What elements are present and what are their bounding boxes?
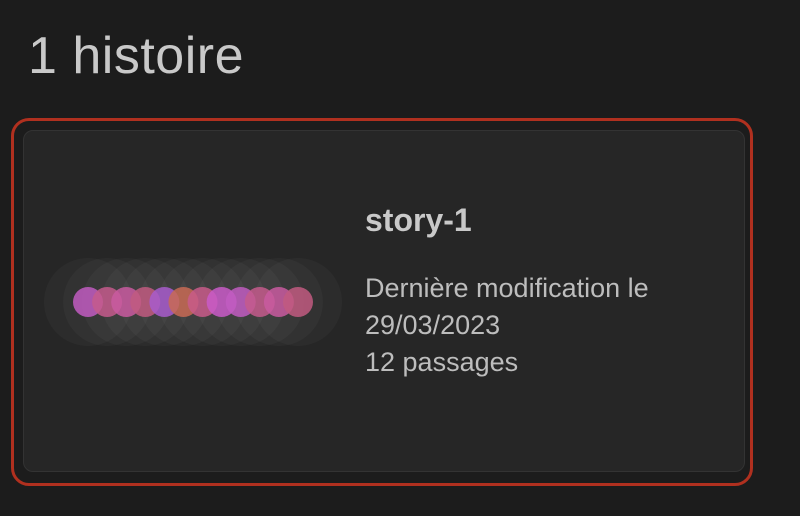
modified-label: Dernière modification le — [365, 273, 649, 303]
passage-dot — [283, 287, 313, 317]
modified-date: 29/03/2023 — [365, 310, 501, 340]
story-preview-graphic — [73, 287, 313, 317]
story-preview[interactable] — [42, 256, 346, 348]
story-name[interactable]: story-1 — [365, 200, 472, 240]
story-count-heading: 1 histoire — [28, 27, 244, 85]
passage-count: 12 passages — [365, 347, 519, 377]
story-library: 1 histoire story-1 Dernière modification… — [0, 0, 800, 516]
story-meta: Dernière modification le 29/03/2023 12 p… — [365, 270, 725, 381]
